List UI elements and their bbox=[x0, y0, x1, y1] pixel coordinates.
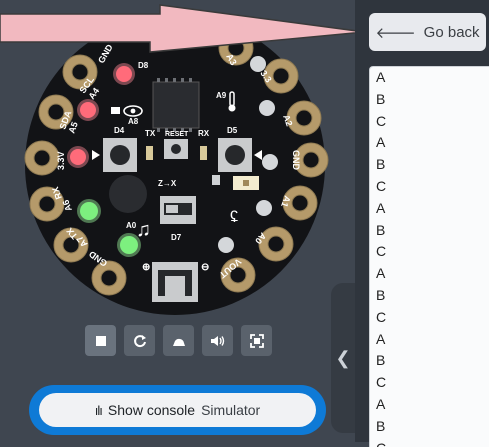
svg-text:⊕: ⊕ bbox=[142, 262, 150, 273]
label-reset: RESET bbox=[165, 131, 189, 138]
neopixel-red bbox=[70, 149, 86, 165]
neopixel-off bbox=[218, 237, 234, 253]
fullscreen-button[interactable] bbox=[241, 325, 272, 356]
microcontroller-chip bbox=[152, 81, 200, 129]
label-xyz: Z→X bbox=[158, 179, 177, 188]
go-back-button[interactable]: 🡐 Go back bbox=[369, 13, 486, 51]
pad-label-gnd-right: GND bbox=[291, 150, 301, 171]
show-console-label: Show console bbox=[107, 402, 196, 418]
console-line: B bbox=[376, 156, 386, 173]
show-console-container: ılı Show console Simulator bbox=[29, 385, 326, 435]
label-d7: D7 bbox=[171, 233, 182, 242]
battery-connector bbox=[152, 262, 198, 302]
console-line: C bbox=[376, 112, 387, 129]
music-note-icon: ♫ bbox=[136, 219, 151, 241]
label-d4: D4 bbox=[114, 126, 125, 135]
chevron-left-icon: ❮ bbox=[335, 347, 351, 368]
console-line: A bbox=[376, 395, 386, 412]
console-line: C bbox=[370, 438, 489, 447]
stop-icon bbox=[95, 335, 106, 346]
rx-led bbox=[200, 146, 207, 160]
mute-button[interactable] bbox=[202, 325, 233, 356]
restart-icon bbox=[133, 334, 146, 347]
neopixel-off bbox=[259, 100, 275, 116]
slide-switch[interactable] bbox=[160, 196, 196, 224]
console-line: B bbox=[376, 286, 386, 303]
console-line: C bbox=[376, 177, 387, 194]
svg-text:⊖: ⊖ bbox=[201, 262, 209, 273]
buzzer bbox=[109, 175, 147, 213]
console-line: A bbox=[376, 134, 386, 151]
fullscreen-icon bbox=[249, 333, 264, 348]
collapse-handle[interactable]: ❮ bbox=[331, 283, 355, 433]
pad-label-3v3: 3.3V bbox=[56, 151, 66, 170]
bar-chart-icon: ılı bbox=[94, 402, 103, 418]
label-rx: RX bbox=[198, 129, 210, 138]
console-output[interactable]: ABCABCABCABCABCABC bbox=[369, 66, 489, 447]
tx-led bbox=[146, 146, 153, 160]
console-line: C bbox=[376, 308, 387, 325]
neopixel-off bbox=[262, 154, 278, 170]
arrow-left-icon: 🡐 bbox=[375, 24, 416, 42]
microphone-ear-icon: ʢ bbox=[230, 209, 238, 226]
neopixel-off bbox=[250, 56, 266, 72]
console-line: C bbox=[376, 374, 387, 391]
button-a[interactable] bbox=[103, 138, 137, 172]
label-a8: A8 bbox=[128, 117, 139, 126]
speaker-icon bbox=[210, 335, 224, 346]
neopixel-red bbox=[80, 102, 96, 118]
neopixel-green bbox=[80, 202, 98, 220]
pointer-arrow bbox=[0, 4, 355, 53]
console-line: A bbox=[376, 69, 386, 85]
console-line: A bbox=[376, 199, 386, 216]
neopixel-red bbox=[116, 66, 132, 82]
simulator-toolbar bbox=[85, 325, 272, 356]
console-line: B bbox=[376, 221, 386, 238]
restart-button[interactable] bbox=[124, 325, 155, 356]
label-d8: D8 bbox=[138, 61, 149, 70]
circuit-playground-board: GND SCL A4 SDA A5 3.3V RX A6 TX A7 GND A… bbox=[0, 4, 355, 315]
console-line: A bbox=[376, 330, 386, 347]
go-back-label: Go back bbox=[423, 23, 480, 41]
neopixel-off bbox=[256, 200, 272, 216]
label-a9: A9 bbox=[216, 91, 227, 100]
show-console-button[interactable]: ılı Show console Simulator bbox=[39, 393, 316, 427]
console-line: C bbox=[376, 243, 387, 260]
stop-button[interactable] bbox=[85, 325, 116, 356]
slow-motion-button[interactable] bbox=[163, 325, 194, 356]
label-tx: TX bbox=[145, 129, 156, 138]
console-line: B bbox=[376, 90, 386, 107]
console-lines: ABCABCABCABCABCABC bbox=[370, 67, 489, 447]
show-console-sub: Simulator bbox=[201, 402, 261, 418]
console-line: B bbox=[376, 352, 386, 369]
console-line: A bbox=[376, 265, 386, 282]
label-d5: D5 bbox=[227, 126, 238, 135]
button-b[interactable] bbox=[218, 138, 252, 172]
snail-icon bbox=[172, 338, 185, 346]
console-line: B bbox=[376, 417, 386, 434]
reset-button[interactable] bbox=[164, 139, 188, 159]
